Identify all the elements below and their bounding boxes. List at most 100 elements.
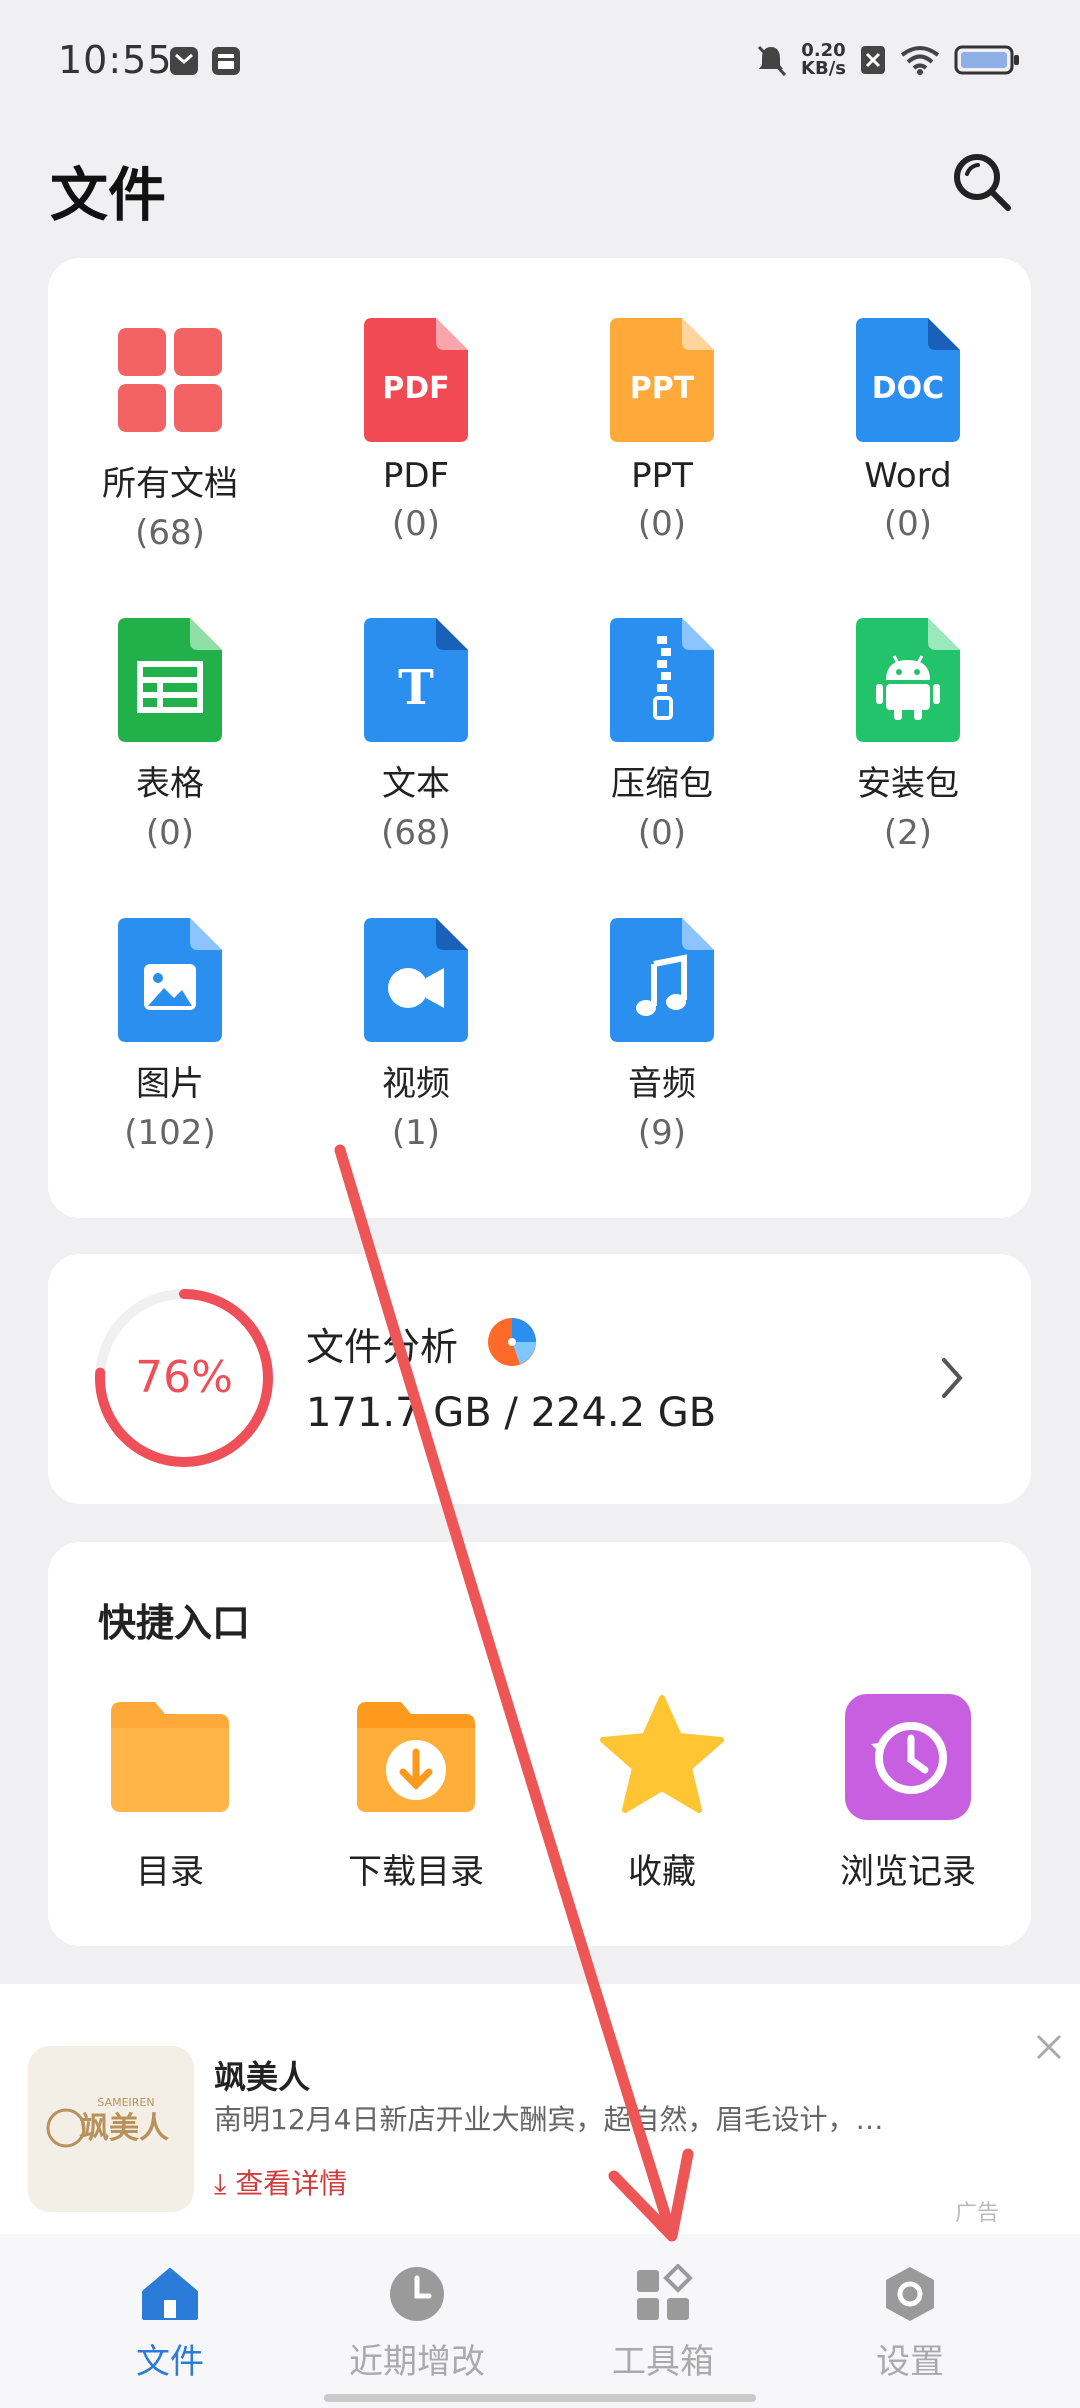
download-icon: ⤓: [214, 2167, 236, 2200]
category-spreadsheet[interactable]: 表格 (0): [50, 618, 290, 853]
category-count: (9): [637, 1113, 687, 1153]
svg-text:DOC: DOC: [872, 371, 944, 406]
quick-label: 收藏: [628, 1852, 696, 1892]
history-icon: [845, 1694, 971, 1820]
nav-label: 设置: [876, 2342, 944, 2382]
quick-label: 下载目录: [348, 1852, 484, 1892]
category-count: (2): [883, 813, 933, 853]
folder-icon: [111, 1702, 229, 1812]
music-file-icon: [610, 918, 714, 1042]
bottom-nav: 文件 近期增改 工具箱 设置: [0, 2234, 1080, 2408]
mute-icon: [757, 45, 787, 77]
category-count: (68): [135, 513, 205, 553]
nav-recent[interactable]: 近期增改: [282, 2264, 552, 2383]
ppt-file-icon: PPT: [610, 318, 714, 442]
text-file-icon: T: [364, 618, 468, 742]
category-count: (68): [381, 813, 451, 853]
quick-access-title: 快捷入口: [98, 1601, 251, 1645]
clock-icon: [390, 2267, 444, 2321]
category-apk[interactable]: 安装包 (2): [788, 618, 1028, 853]
status-icons: 0.20 KB/s: [755, 42, 1020, 78]
svg-text:SAMEIREN: SAMEIREN: [97, 2096, 154, 2109]
net-speed: 0.20 KB/s: [801, 40, 846, 79]
close-icon[interactable]: [1034, 2032, 1064, 2062]
category-count: (0): [637, 504, 687, 544]
category-count: (102): [124, 1113, 216, 1153]
category-label: PPT: [631, 456, 693, 496]
nav-label: 工具箱: [612, 2342, 714, 2382]
settings-icon: [886, 2267, 934, 2321]
ad-tag: 广告: [955, 2201, 1000, 2226]
storage-analysis-card[interactable]: 76% 文件分析 171.7 GB / 224.2 GB: [48, 1254, 1031, 1504]
storage-usage: 171.7 GB / 224.2 GB: [306, 1390, 717, 1436]
toolbox-icon: [637, 2263, 693, 2320]
category-archive[interactable]: 压缩包 (0): [542, 618, 782, 853]
quick-history[interactable]: 浏览记录: [788, 1692, 1028, 1893]
category-count: (0): [637, 813, 687, 853]
ad-title: 飒美人: [214, 2058, 311, 2096]
wifi-icon: [900, 46, 940, 75]
category-all-documents[interactable]: 所有文档 (68): [50, 318, 290, 553]
svg-text:飒美人: 飒美人: [79, 2111, 169, 2146]
quick-label: 目录: [136, 1852, 204, 1892]
category-count: (0): [391, 504, 441, 544]
storage-ring: 76%: [95, 1289, 273, 1467]
category-label: 视频: [382, 1064, 450, 1104]
word-file-icon: DOC: [856, 318, 960, 442]
ad-image[interactable]: SAMEIREN 飒美人: [28, 2046, 194, 2212]
ad-logo: SAMEIREN 飒美人: [46, 2096, 169, 2148]
category-word[interactable]: DOC Word (0): [788, 318, 1028, 544]
android-file-icon: [856, 618, 960, 742]
storage-title: 文件分析: [306, 1325, 459, 1369]
category-label: Word: [864, 456, 952, 496]
quick-directory[interactable]: 目录: [50, 1692, 290, 1893]
page-title: 文件: [50, 161, 167, 229]
category-pdf[interactable]: PDF PDF (0): [296, 318, 536, 544]
pdf-file-icon: PDF: [364, 318, 468, 442]
category-ppt[interactable]: PPT PPT (0): [542, 318, 782, 544]
category-label: 安装包: [857, 764, 959, 804]
svg-text:PDF: PDF: [382, 371, 449, 406]
category-text[interactable]: T 文本 (68): [296, 618, 536, 853]
home-icon: [142, 2268, 198, 2320]
search-icon[interactable]: [950, 150, 1014, 214]
ad-view-details-link[interactable]: ⤓ 查看详情: [214, 2162, 347, 2202]
svg-text:T: T: [398, 660, 434, 716]
category-videos[interactable]: 视频 (1): [296, 918, 536, 1153]
storage-percent: 76%: [135, 1352, 233, 1403]
nav-label: 近期增改: [349, 2342, 485, 2382]
category-images[interactable]: 图片 (102): [50, 918, 290, 1153]
pie-chart-icon: [488, 1318, 536, 1366]
home-indicator: [324, 2394, 756, 2402]
image-file-icon: [118, 918, 222, 1042]
category-label: 压缩包: [611, 764, 713, 804]
category-count: (0): [145, 813, 195, 853]
all-documents-icon: [118, 318, 222, 442]
quick-downloads[interactable]: 下载目录: [296, 1692, 536, 1893]
category-label: 图片: [136, 1064, 204, 1104]
category-count: (0): [883, 504, 933, 544]
notification-icons: [170, 47, 240, 75]
video-file-icon: [364, 918, 468, 1042]
category-label: 文本: [382, 764, 450, 804]
category-label: 表格: [136, 764, 204, 804]
nav-files[interactable]: 文件: [35, 2264, 305, 2383]
spreadsheet-file-icon: [118, 618, 222, 742]
category-count: (1): [391, 1113, 441, 1153]
zip-file-icon: [610, 618, 714, 742]
category-label: 所有文档: [102, 464, 238, 504]
status-time: 10:55: [58, 38, 173, 82]
category-audio[interactable]: 音频 (9): [542, 918, 782, 1153]
nav-toolbox[interactable]: 工具箱: [528, 2263, 798, 2383]
file-category-card: 所有文档 (68) PDF PDF (0) PPT PPT (0) DOC Wo…: [48, 258, 1031, 1218]
quick-access-card: 快捷入口 目录 下载目录 收藏 浏览记录: [48, 1542, 1031, 1946]
nav-settings[interactable]: 设置: [775, 2264, 1045, 2383]
ad-description: 南明12月4日新店开业大酬宾，超自然，眉毛设计，…: [214, 2103, 884, 2136]
battery-icon: [954, 45, 1019, 75]
quick-favorites[interactable]: 收藏: [542, 1692, 782, 1893]
category-label: PDF: [382, 456, 450, 496]
status-bar: 10:55 0.20 KB/s: [0, 0, 1080, 130]
chevron-right-icon: [942, 1358, 963, 1398]
star-icon: [600, 1695, 724, 1813]
sim-icon: [861, 46, 885, 74]
